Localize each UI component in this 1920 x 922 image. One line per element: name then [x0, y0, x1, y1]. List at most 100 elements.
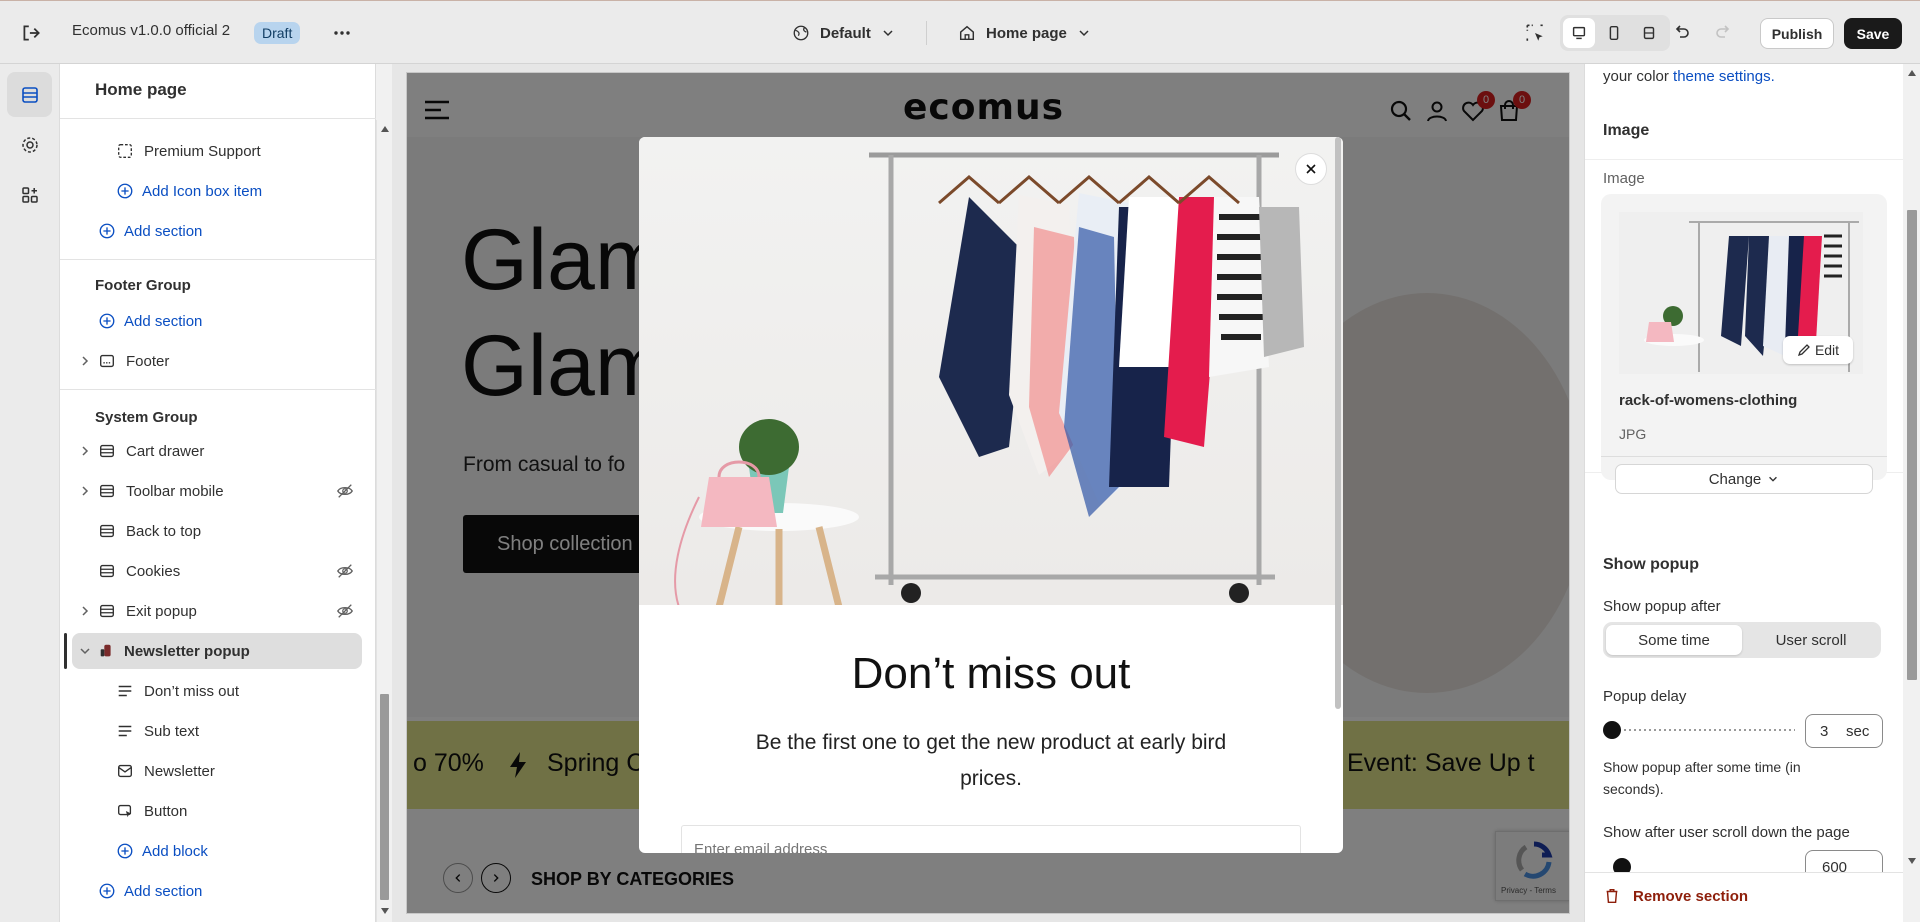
more-horizontal-icon[interactable]: [332, 23, 352, 43]
eye-off-icon[interactable]: [336, 482, 354, 500]
plus-circle-icon: [116, 842, 134, 860]
chevron-right-icon[interactable]: [78, 604, 92, 618]
section-cart-drawer[interactable]: Cart drawer: [78, 433, 204, 469]
section-label: Cookies: [126, 562, 181, 580]
inspector-icon[interactable]: [1524, 22, 1546, 44]
exit-icon[interactable]: [20, 22, 42, 44]
change-image-button[interactable]: Change: [1615, 464, 1873, 494]
block-newsletter[interactable]: Newsletter: [116, 753, 215, 789]
save-button[interactable]: Save: [1844, 18, 1902, 49]
section-cookies[interactable]: Cookies: [98, 553, 358, 589]
eye-off-icon[interactable]: [336, 562, 354, 580]
section-tree-list[interactable]: Premium Support Add Icon box item Add se…: [60, 118, 376, 922]
plus-circle-icon: [98, 312, 116, 330]
section-icon: [98, 442, 116, 460]
block-premium-support[interactable]: Premium Support: [116, 133, 261, 169]
remove-section-button[interactable]: Remove section: [1603, 887, 1748, 905]
section-newsletter-popup[interactable]: Newsletter popup: [64, 633, 362, 669]
tree-scrollbar[interactable]: [376, 120, 392, 922]
context-selector[interactable]: Default: [792, 21, 895, 45]
section-footer[interactable]: Footer: [78, 343, 169, 379]
selection-marker: [64, 633, 67, 669]
image-picker: Edit rack-of-womens-clothing JPG Change: [1601, 194, 1887, 494]
block-label: Newsletter: [144, 762, 215, 780]
home-icon: [958, 24, 976, 42]
block-button[interactable]: Button: [116, 793, 187, 829]
add-section-button[interactable]: Add section: [98, 873, 202, 909]
publish-button[interactable]: Publish: [1760, 18, 1834, 49]
scroll-label: Show after user scroll down the page: [1603, 824, 1850, 841]
newsletter-modal: Don’t miss out Be the first one to get t…: [639, 137, 1343, 853]
desktop-icon[interactable]: [1563, 18, 1595, 48]
add-section-button[interactable]: Add section: [98, 303, 202, 339]
settings-nav-button[interactable]: [7, 122, 52, 167]
page-label: Home page: [986, 24, 1067, 42]
scroll-up-arrow[interactable]: [1908, 70, 1916, 76]
remove-section-bar: Remove section: [1585, 872, 1903, 922]
settings-scrollbar[interactable]: [1903, 64, 1920, 922]
popup-delay-input[interactable]: 3 sec: [1805, 714, 1883, 748]
section-icon: [98, 482, 116, 500]
popup-delay-help: Show popup after some time (in seconds).: [1603, 759, 1801, 797]
image-thumbnail[interactable]: Edit: [1619, 212, 1863, 374]
remove-section-label: Remove section: [1633, 887, 1749, 905]
add-block-button[interactable]: Add block: [116, 833, 208, 869]
scrollbar-thumb[interactable]: [1907, 210, 1917, 680]
group-heading-footer: Footer Group: [95, 267, 191, 303]
segment-some-time[interactable]: Some time: [1606, 625, 1742, 655]
redo-icon[interactable]: [1713, 23, 1733, 43]
popup-delay-slider[interactable]: [1603, 720, 1795, 740]
image-setting-card: Image Edit rack-of-womens-clothing JPG C…: [1585, 160, 1903, 494]
section-label: Newsletter popup: [124, 642, 250, 660]
close-icon[interactable]: [1295, 153, 1327, 185]
section-back-to-top[interactable]: Back to top: [98, 513, 201, 549]
mobile-icon[interactable]: [1598, 18, 1630, 48]
block-sub-text[interactable]: Sub text: [116, 713, 199, 749]
add-section-button[interactable]: Add section: [98, 213, 202, 249]
text-icon: [116, 722, 134, 740]
hint-text: your color: [1603, 68, 1669, 85]
theme-settings-hint: your color theme settings.: [1603, 68, 1775, 85]
divider: [926, 21, 927, 45]
add-label: Add section: [124, 882, 203, 900]
theme-settings-link[interactable]: theme settings.: [1673, 68, 1775, 85]
scroll-down-arrow[interactable]: [381, 908, 389, 914]
eye-off-icon[interactable]: [336, 602, 354, 620]
scroll-down-arrow[interactable]: [1908, 858, 1916, 864]
segment-user-scroll[interactable]: User scroll: [1743, 625, 1879, 655]
add-label: Add block: [142, 842, 208, 860]
button-icon: [116, 802, 134, 820]
chevron-right-icon[interactable]: [78, 484, 92, 498]
group-label: System Group: [95, 408, 198, 426]
section-toolbar-mobile[interactable]: Toolbar mobile: [78, 473, 358, 509]
delay-value[interactable]: 3: [1820, 723, 1828, 740]
add-icon-box-item-button[interactable]: Add Icon box item: [116, 173, 262, 209]
device-toggle-group: [1560, 15, 1670, 51]
chevron-right-icon[interactable]: [78, 354, 92, 368]
image-filetype: JPG: [1619, 426, 1647, 442]
scroll-up-arrow[interactable]: [381, 126, 389, 132]
section-icon: [98, 522, 116, 540]
chevron-down-icon: [1767, 473, 1779, 485]
block-label: Sub text: [144, 722, 200, 740]
scrollbar-thumb[interactable]: [380, 694, 389, 900]
image-filename: rack-of-womens-clothing: [1619, 392, 1798, 409]
edit-image-button[interactable]: Edit: [1783, 336, 1853, 364]
chevron-down-icon[interactable]: [78, 644, 92, 658]
block-label: Don’t miss out: [144, 682, 240, 700]
modal-scrollbar[interactable]: [1335, 137, 1341, 709]
slider-thumb[interactable]: [1603, 721, 1621, 739]
email-input[interactable]: [681, 825, 1301, 853]
section-label: Back to top: [126, 522, 202, 540]
sections-nav-button[interactable]: [7, 72, 52, 117]
store-preview-frame[interactable]: ecomus 0 0 Glam Glam From casual to fo S…: [406, 72, 1570, 914]
apps-nav-button[interactable]: [7, 172, 52, 217]
page-selector[interactable]: Home page: [958, 21, 1091, 45]
undo-icon[interactable]: [1672, 23, 1692, 43]
edit-label: Edit: [1814, 342, 1840, 358]
section-exit-popup[interactable]: Exit popup: [78, 593, 358, 629]
image-label: Image: [1603, 170, 1645, 187]
chevron-right-icon[interactable]: [78, 444, 92, 458]
fullscreen-icon[interactable]: [1633, 18, 1665, 48]
block-dont-miss-out[interactable]: Don’t miss out: [116, 673, 239, 709]
